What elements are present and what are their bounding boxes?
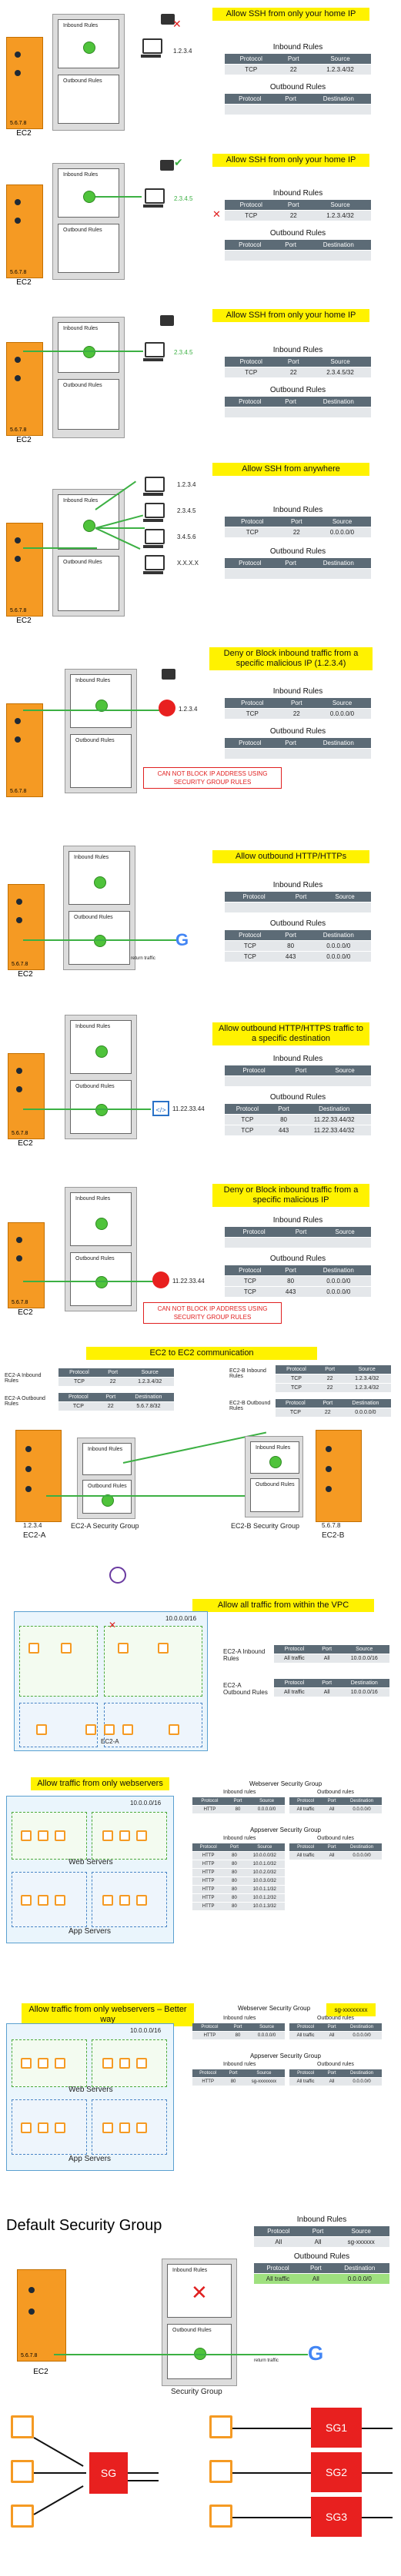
computer-icon xyxy=(141,38,162,58)
internet-gateway-icon xyxy=(109,1567,126,1584)
outbound-rules-table: Protocol Port Destination xyxy=(225,240,371,261)
arrow xyxy=(362,2517,393,2518)
security-group: Inbound Rules Outbound Rules xyxy=(52,163,125,280)
sg2-box: SG2 xyxy=(311,2452,362,2492)
panel-allow-outbound-http: 5.6.7.8 EC2 Inbound Rules Outbound Rules… xyxy=(0,815,401,979)
inbound-rules-table: Protocol Port Source TCP 22 1.2.3.4/32 xyxy=(225,54,371,75)
inbound-rules-box: Inbound Rules xyxy=(58,19,119,68)
ec2-b xyxy=(316,1430,362,1522)
panel-allow-ssh-anywhere: 5.6.7.8 EC2 Inbound Rules Outbound Rules… xyxy=(0,461,401,625)
arrow xyxy=(128,2480,159,2481)
cannot-block-warning: CAN NOT BLOCK IP ADDRESS USING SECURITY G… xyxy=(143,1302,282,1324)
blocked-x-icon: ✕ xyxy=(172,18,182,31)
devil-icon xyxy=(159,700,175,716)
connector xyxy=(33,2437,84,2467)
panel-web-to-app: Allow traffic from only webservers 10.0.… xyxy=(0,1776,401,1983)
inbound-rules-table: Protocol Port Source TCP 22 1.2.3.4/32 xyxy=(225,200,371,221)
panel-deny-malicious-ip: 5.6.7.8 Inbound Rules Outbound Rules 1.2… xyxy=(0,638,401,799)
panel-sg-mapping: SG SG1 SG2 SG3 xyxy=(0,2406,401,2576)
computer-icon xyxy=(143,529,165,548)
allow-dot xyxy=(83,42,95,54)
ec2-a xyxy=(15,1430,62,1522)
section-heading: Default Security Group xyxy=(6,2217,162,2234)
vpc-box: 10.0.0.0/16 EC2-A ✕ xyxy=(14,1611,208,1751)
ec2-label: EC2 xyxy=(16,129,32,138)
arrow xyxy=(128,2472,159,2474)
computer-icon xyxy=(143,555,165,574)
panel-title: Allow SSH from only your home IP xyxy=(212,8,369,21)
connector xyxy=(232,2517,312,2518)
panel-allow-ssh-home-ip-2: 5.6.7.8 EC2 Inbound Rules Outbound Rules… xyxy=(0,146,401,287)
panel-default-security-group: Default Security Group 5.6.7.8 EC2 Inbou… xyxy=(0,2206,401,2396)
connector xyxy=(33,2485,84,2515)
ec2-ip: 5.6.7.8 xyxy=(10,121,27,126)
sg-box: SG xyxy=(89,2452,128,2494)
devil-icon xyxy=(152,1271,169,1288)
computer-icon xyxy=(143,477,165,496)
google-icon: G xyxy=(175,930,189,949)
outbound-rules-box: Outbound Rules xyxy=(58,75,119,124)
connector xyxy=(232,2472,312,2474)
router-icon xyxy=(162,669,175,680)
client-ip: 1.2.3.4 xyxy=(173,48,192,55)
panel-web-to-app-better: Allow traffic from only webservers – Bet… xyxy=(0,1999,401,2191)
computer-icon xyxy=(143,503,165,522)
router-icon xyxy=(160,315,174,326)
sg1-box: SG1 xyxy=(311,2408,362,2448)
security-group: Inbound Rules Outbound Rules xyxy=(52,14,125,131)
arrow xyxy=(362,2472,393,2474)
panel-vpc-all-traffic: Allow all traffic from within the VPC 10… xyxy=(0,1561,401,1760)
connector xyxy=(232,2428,312,2429)
ec2-instance: 5.6.7.8 xyxy=(6,184,43,278)
panel-allow-ssh-home-ip-3: 5.6.7.8 EC2 Inbound Rules Outbound Rules… xyxy=(0,300,401,446)
panel-title: Allow SSH from only your home IP xyxy=(212,154,369,167)
router-icon xyxy=(160,160,174,171)
outbound-rules-table: Protocol Port Destination xyxy=(225,94,371,115)
google-icon: G xyxy=(308,2342,324,2365)
computer-icon xyxy=(143,188,165,208)
check-icon: ✔ xyxy=(174,157,183,169)
traffic-line xyxy=(23,351,143,352)
ec2-instance: 5.6.7.8 xyxy=(6,37,43,129)
panel-outbound-specific-destination: 5.6.7.8 EC2 Inbound Rules Outbound Rules… xyxy=(0,992,401,1153)
cannot-block-warning: CAN NOT BLOCK IP ADDRESS USING SECURITY G… xyxy=(143,767,282,789)
denied-x-icon: ✕ xyxy=(212,209,221,221)
code-icon: </> xyxy=(152,1101,169,1116)
panel-ec2-to-ec2: EC2 to EC2 communication EC2-A Inbound R… xyxy=(0,1345,401,1545)
sg3-box: SG3 xyxy=(311,2497,362,2537)
allow-dot xyxy=(83,191,95,203)
arrow xyxy=(362,2428,393,2429)
connector xyxy=(34,2472,86,2474)
panel-deny-malicious-ip-outbound: 5.6.7.8 EC2 Inbound Rules Outbound Rules… xyxy=(0,1176,401,1330)
panel-allow-ssh-home-ip-1: 5.6.7.8 EC2 Inbound Rules Outbound Rules… xyxy=(0,0,401,138)
traffic-line xyxy=(95,196,142,198)
